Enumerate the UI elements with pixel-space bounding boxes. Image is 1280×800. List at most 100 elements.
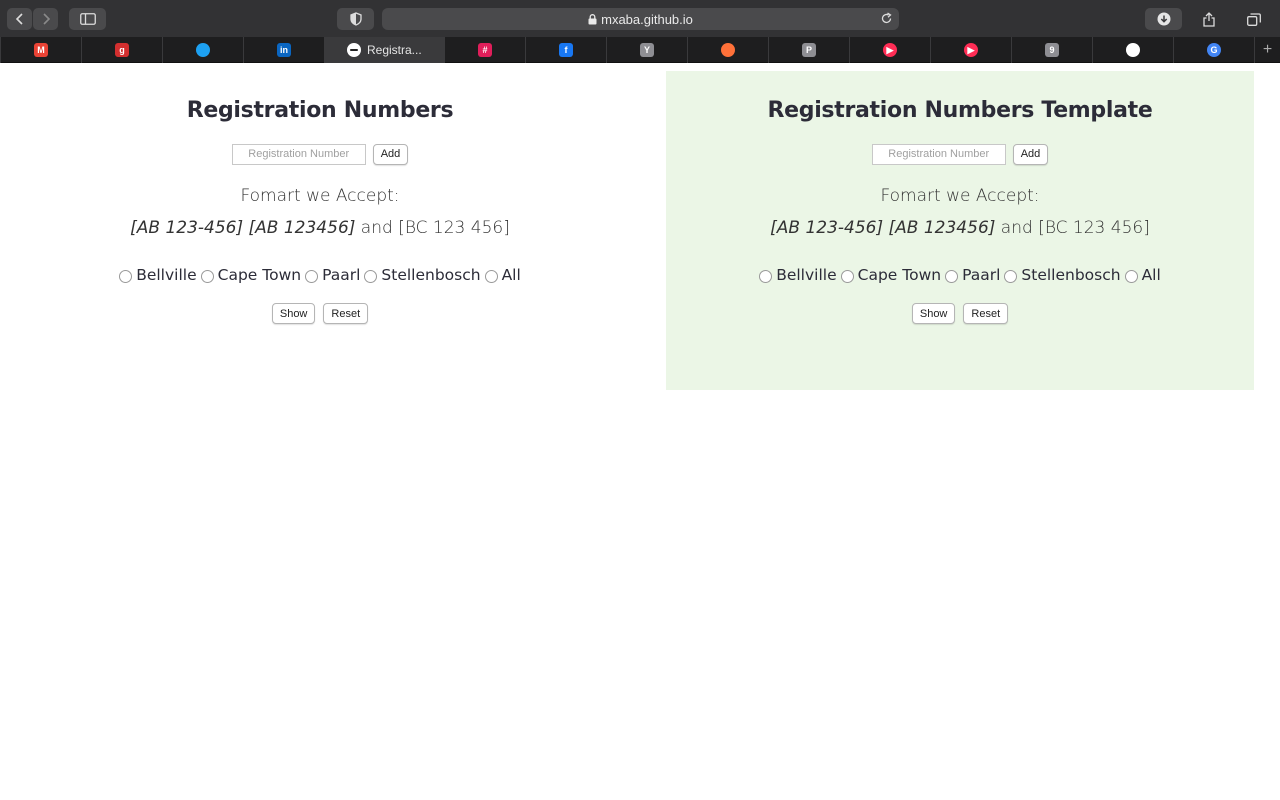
template-format-plain: [BC 123 456] [1038, 218, 1150, 238]
tab-bar: Mg in Registra... # f Y P ▶ ▶ 9 G + [0, 37, 1280, 63]
template-add-button[interactable]: Add [1012, 143, 1049, 165]
format-examples: [AB 123-456] [AB 123456] and [BC 123 456… [0, 212, 640, 244]
radio-option-all[interactable]: All [484, 266, 521, 284]
format-italic: [AB 123-456] [AB 123456] [130, 218, 356, 238]
tab-music-1[interactable]: ▶ [849, 37, 930, 63]
radio-button[interactable] [945, 269, 959, 283]
template-town-radio-group: Bellville Cape Town Paarl Stellenbosch All [666, 266, 1254, 284]
tab-nine[interactable]: 9 [1011, 37, 1092, 63]
tab-y[interactable]: Y [606, 37, 687, 63]
download-icon [1157, 12, 1170, 26]
show-button[interactable]: Show [271, 303, 316, 324]
radio-button[interactable] [484, 269, 498, 283]
format-info: Fomart we Accept: [AB 123-456] [AB 12345… [0, 180, 640, 244]
radio-button[interactable] [200, 269, 214, 283]
tab-github[interactable] [1092, 37, 1173, 63]
radio-button[interactable] [1004, 269, 1018, 283]
reload-icon[interactable] [880, 12, 893, 25]
add-button[interactable]: Add [372, 143, 409, 165]
browser-toolbar: mxaba.github.io [0, 0, 1280, 37]
radio-button[interactable] [840, 269, 854, 283]
radio-label: All [501, 266, 521, 284]
linkedin-icon: in [277, 43, 291, 57]
template-action-buttons: Show Reset [666, 303, 1254, 324]
share-icon [1202, 11, 1215, 27]
radio-option-cape-town[interactable]: Cape Town [200, 266, 302, 284]
sidebar-toggle-button[interactable] [69, 8, 106, 30]
radio-option-paarl[interactable]: Paarl [945, 266, 1000, 284]
radio-option-cape-town[interactable]: Cape Town [840, 266, 941, 284]
downloads-button[interactable] [1145, 8, 1182, 30]
registration-number-input[interactable] [231, 143, 366, 165]
template-show-button[interactable]: Show [911, 303, 956, 324]
format-and: and [355, 218, 399, 238]
template-format-heading: Fomart we Accept: [880, 186, 1040, 206]
tab-firefox[interactable] [687, 37, 768, 63]
template-title: Registration Numbers Template [767, 98, 1153, 123]
facebook-icon: f [559, 43, 573, 57]
address-bar[interactable]: mxaba.github.io [382, 8, 899, 30]
radio-button[interactable] [119, 269, 133, 283]
y-icon: Y [640, 43, 654, 57]
template-format-info: Fomart we Accept: [AB 123-456] [AB 12345… [666, 180, 1254, 244]
format-plain: [BC 123 456] [398, 218, 510, 238]
twitter-icon [196, 43, 210, 57]
radio-button[interactable] [759, 269, 773, 283]
radio-label: Stellenbosch [381, 266, 481, 284]
radio-option-stellenbosch[interactable]: Stellenbosch [364, 266, 481, 284]
radio-button[interactable] [1124, 269, 1138, 283]
radio-option-bellville[interactable]: Bellville [119, 266, 197, 284]
radio-button[interactable] [364, 269, 378, 283]
tab-slack[interactable]: # [444, 37, 525, 63]
template-reset-button[interactable]: Reset [963, 303, 1009, 324]
tab-registration[interactable]: Registra... [324, 37, 444, 63]
template-format-examples: [AB 123-456] [AB 123456] and [BC 123 456… [666, 212, 1254, 244]
template-registration-number-input[interactable] [871, 143, 1006, 165]
google-icon: G [1207, 43, 1221, 57]
nine-icon: 9 [1045, 43, 1059, 57]
tab-p[interactable]: P [768, 37, 849, 63]
tab-overview-button[interactable] [1235, 8, 1272, 30]
music-1-icon: ▶ [883, 43, 897, 57]
p-icon: P [802, 43, 816, 57]
music-2-icon: ▶ [964, 43, 978, 57]
registration-panel: Registration Numbers Add Fomart we Accep… [0, 71, 640, 390]
active-tab-label: Registra... [367, 43, 422, 57]
radio-label: Stellenbosch [1021, 266, 1121, 284]
radio-option-stellenbosch[interactable]: Stellenbosch [1004, 266, 1121, 284]
tab-facebook[interactable]: f [525, 37, 606, 63]
chevron-left-icon [15, 13, 23, 25]
share-button[interactable] [1190, 8, 1227, 30]
town-radio-group: Bellville Cape Town Paarl Stellenbosch All [0, 266, 640, 284]
radio-option-all[interactable]: All [1124, 266, 1161, 284]
action-buttons: Show Reset [0, 303, 640, 324]
registration-template-panel: Registration Numbers Template Add Fomart… [666, 71, 1254, 390]
tab-linkedin[interactable]: in [243, 37, 324, 63]
back-button[interactable] [7, 8, 32, 30]
tab-google[interactable]: G [1173, 37, 1254, 63]
radio-label: Paarl [322, 266, 361, 284]
privacy-shield-button[interactable] [337, 8, 374, 30]
input-row: Add [0, 143, 640, 165]
radio-option-bellville[interactable]: Bellville [759, 266, 837, 284]
tab-music-2[interactable]: ▶ [930, 37, 1011, 63]
chevron-right-icon [42, 13, 50, 25]
page-title: Registration Numbers [186, 98, 454, 123]
radio-label: Cape Town [217, 266, 302, 284]
reset-button[interactable]: Reset [323, 303, 369, 324]
lock-icon [588, 13, 597, 24]
tab-gumtree[interactable]: g [81, 37, 162, 63]
template-format-and: and [995, 218, 1039, 238]
template-input-row: Add [666, 143, 1254, 165]
registration-icon [347, 43, 361, 57]
tabs-icon [1246, 12, 1261, 26]
tab-twitter[interactable] [162, 37, 243, 63]
forward-button[interactable] [33, 8, 58, 30]
shield-icon [349, 12, 362, 26]
slack-icon: # [478, 43, 492, 57]
radio-option-paarl[interactable]: Paarl [305, 266, 360, 284]
radio-button[interactable] [305, 269, 319, 283]
new-tab-button[interactable]: + [1254, 37, 1280, 63]
github-icon [1126, 43, 1140, 57]
tab-gmail[interactable]: M [0, 37, 81, 63]
